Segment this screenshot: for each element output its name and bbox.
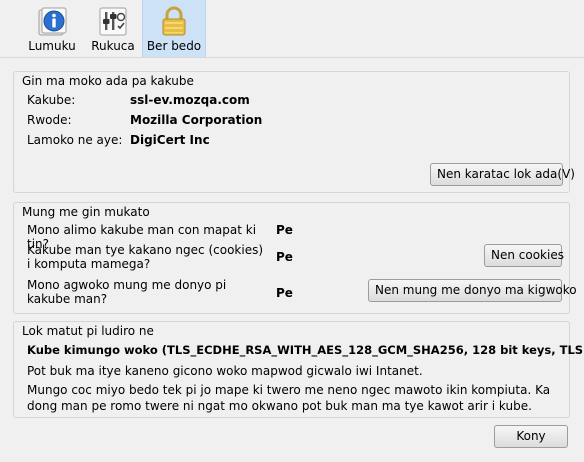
encryption-note: Pot buk ma itye kaneno gicono woko mapwo…	[27, 364, 423, 378]
owner-label: Rwode:	[27, 113, 72, 127]
verifier-label: Lamoko ne aye:	[27, 133, 123, 147]
owner-value: Mozilla Corporation	[130, 113, 263, 127]
cookies-answer: Pe	[276, 250, 293, 264]
tab-permissions-label: Rukuca	[91, 39, 135, 53]
permissions-icon	[99, 7, 127, 36]
tab-security-label: Ber bedo	[146, 39, 202, 53]
encryption-explanation: Mungo coc miyo bedo tek pi jo mape ki tw…	[27, 383, 551, 413]
privacy-group-title: Mung me gin mukato	[22, 205, 150, 219]
visited-before-answer: Pe	[276, 223, 293, 237]
tab-general[interactable]: Lumuku	[22, 0, 82, 57]
info-icon	[38, 7, 67, 36]
tab-permissions[interactable]: Rukuca	[85, 0, 141, 57]
website-value: ssl-ev.mozqa.com	[130, 93, 250, 107]
identity-group: Gin ma moko ada pa kakube Kakube: ssl-ev…	[13, 71, 575, 193]
view-certificate-button[interactable]: Nen karatac lok ada(V)	[430, 163, 575, 186]
view-cookies-button[interactable]: Nen cookies	[484, 244, 564, 267]
privacy-group: Mung me gin mukato Mono alimo kakube man…	[13, 202, 577, 314]
lock-icon	[162, 6, 186, 36]
technical-group: Lok matut pi ludiro ne Kube kimungo woko…	[13, 321, 584, 418]
ok-button[interactable]: Kony	[494, 425, 568, 448]
cookies-question: Kakube man tye kakano ngec (cookies) i k…	[27, 243, 264, 271]
website-label: Kakube:	[27, 93, 76, 107]
view-saved-passwords-button[interactable]: Nen mung me donyo ma kigwoko	[368, 279, 577, 302]
identity-group-title: Gin ma moko ada pa kakube	[22, 74, 194, 88]
tab-security[interactable]: Ber bedo	[142, 0, 206, 57]
verifier-value: DigiCert Inc	[130, 133, 210, 147]
technical-group-title: Lok matut pi ludiro ne	[22, 324, 154, 338]
connection-cipher: Kube kimungo woko (TLS_ECDHE_RSA_WITH_AE…	[27, 343, 584, 357]
saved-passwords-question: Mono agwoko mung me donyo pi kakube man?	[27, 278, 227, 306]
saved-passwords-answer: Pe	[276, 286, 293, 300]
tab-general-label: Lumuku	[28, 39, 76, 53]
toolbar: Lumuku Rukuca Ber bedo	[0, 0, 584, 58]
